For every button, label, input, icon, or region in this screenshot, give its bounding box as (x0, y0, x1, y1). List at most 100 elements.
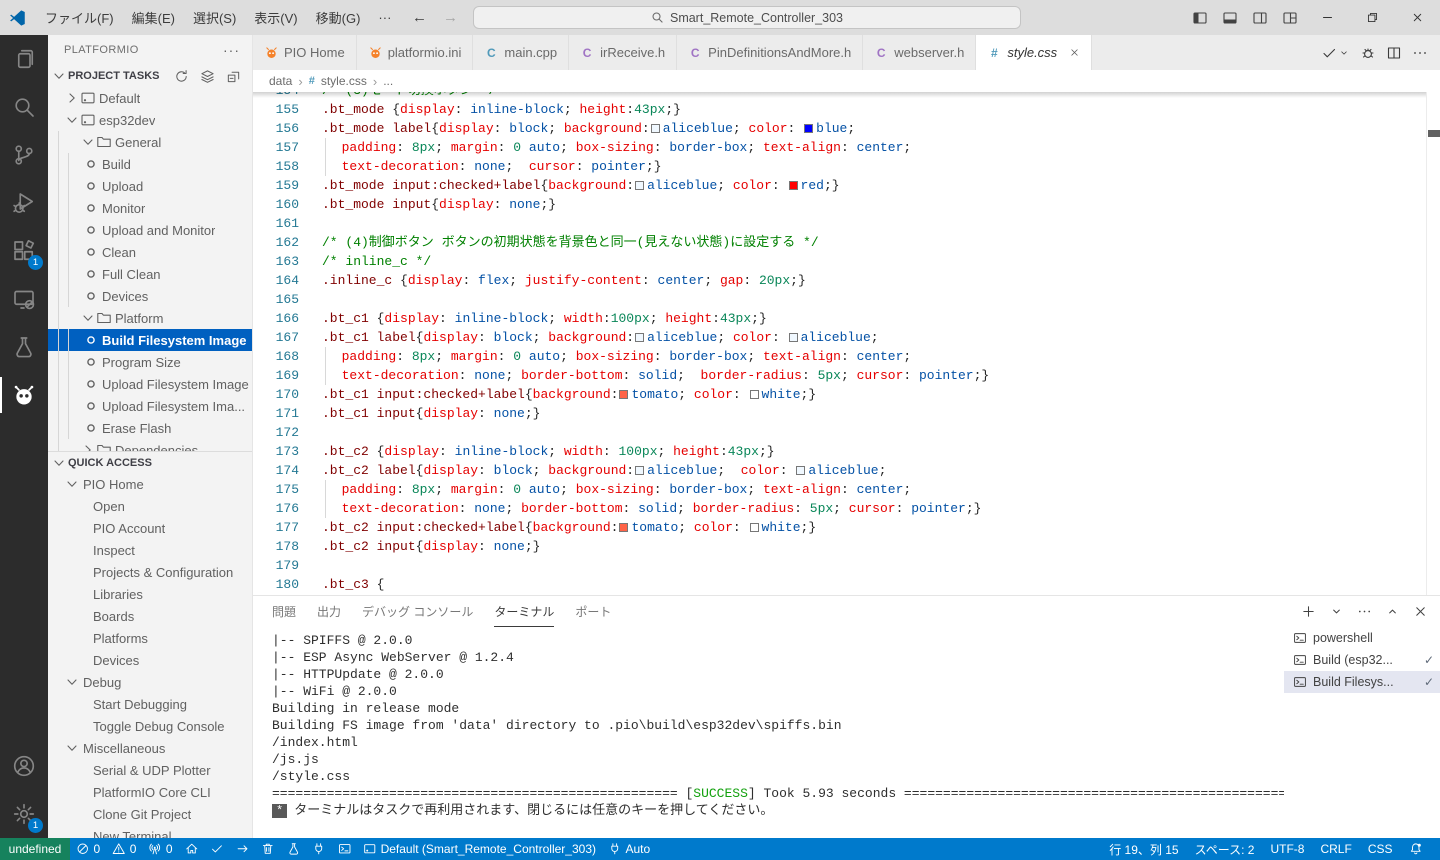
tree-item-open[interactable]: Open (48, 495, 252, 517)
activity-run-debug[interactable] (0, 179, 48, 227)
tree-item-libraries[interactable]: Libraries (48, 583, 252, 605)
close-button[interactable] (1395, 0, 1440, 35)
tree-item-pio-home[interactable]: PIO Home (48, 473, 252, 495)
tree-item-upload[interactable]: Upload (48, 175, 252, 197)
breadcrumb-file[interactable]: style.css (321, 74, 367, 88)
layout-right-icon[interactable] (1245, 0, 1275, 35)
back-arrow-icon[interactable]: ← (412, 9, 427, 26)
tree-item-pio-account[interactable]: PIO Account (48, 517, 252, 539)
tree-item-boards[interactable]: Boards (48, 605, 252, 627)
tree-item-start-debugging[interactable]: Start Debugging (48, 693, 252, 715)
activity-settings[interactable]: 1 (0, 790, 48, 838)
tree-item-clone-git-project[interactable]: Clone Git Project (48, 803, 252, 825)
tasks-run-button[interactable] (1321, 45, 1350, 61)
tree-item-build[interactable]: Build (48, 153, 252, 175)
layout-custom-icon[interactable] (1275, 0, 1305, 35)
tree-item-program-size[interactable]: Program Size (48, 351, 252, 373)
debug-icon[interactable] (1360, 45, 1376, 61)
tree-item-default[interactable]: Default (48, 87, 252, 109)
terminal-instance-powershell[interactable]: powershell (1284, 627, 1440, 649)
status-19-15[interactable]: 行 19、列 15 (1101, 838, 1186, 860)
tree-item-upload-filesystem-ima[interactable]: Upload Filesystem Ima... (48, 395, 252, 417)
status-css[interactable]: CSS (1360, 838, 1401, 860)
panel-tab-[interactable]: 問題 (272, 597, 296, 627)
status-home[interactable] (179, 838, 205, 860)
terminal-instance-build-esp32[interactable]: Build (esp32...✓ (1284, 649, 1440, 671)
status-trash[interactable] (255, 838, 281, 860)
status-project[interactable]: Default (Smart_Remote_Controller_303) (357, 838, 602, 860)
tab-main-cpp[interactable]: Cmain.cpp (473, 35, 569, 70)
activity-search[interactable] (0, 83, 48, 131)
menu-s[interactable]: 選択(S) (184, 0, 245, 35)
remote-indicator[interactable]: undefined (0, 838, 70, 860)
tree-item-platforms[interactable]: Platforms (48, 627, 252, 649)
tree-item-platformio-core-cli[interactable]: PlatformIO Core CLI (48, 781, 252, 803)
maximize-panel-icon[interactable] (1385, 604, 1400, 619)
tree-item-projects-configuration[interactable]: Projects & Configuration (48, 561, 252, 583)
tab-irreceive-h[interactable]: CirReceive.h (569, 35, 677, 70)
tree-item-upload-and-monitor[interactable]: Upload and Monitor (48, 219, 252, 241)
more-actions-icon[interactable] (1357, 604, 1372, 619)
panel-tab-[interactable]: ターミナル (494, 597, 554, 627)
status-plug[interactable]: Auto (602, 838, 656, 860)
chevron-down-icon[interactable] (1329, 604, 1344, 619)
status-broadcast[interactable]: 0 (142, 838, 178, 860)
status-utf-8[interactable]: UTF-8 (1262, 838, 1312, 860)
forward-arrow-icon[interactable]: → (443, 9, 458, 26)
breadcrumb[interactable]: data › # style.css › ... (253, 70, 1440, 92)
status-warning[interactable]: 0 (106, 838, 142, 860)
status-plug[interactable] (306, 838, 332, 860)
tree-item-build-filesystem-image[interactable]: Build Filesystem Image (48, 329, 252, 351)
tree-item-esp32dev[interactable]: esp32dev (48, 109, 252, 131)
collapse-icon[interactable] (225, 68, 241, 84)
tree-item-upload-filesystem-image[interactable]: Upload Filesystem Image (48, 373, 252, 395)
tree-item-clean[interactable]: Clean (48, 241, 252, 263)
activity-accounts[interactable] (0, 742, 48, 790)
tree-item-erase-flash[interactable]: Erase Flash (48, 417, 252, 439)
tree-item-debug[interactable]: Debug (48, 671, 252, 693)
menu-[interactable]: ··· (369, 0, 400, 35)
tree-item-monitor[interactable]: Monitor (48, 197, 252, 219)
activity-explorer[interactable] (0, 35, 48, 83)
split-editor-icon[interactable] (1386, 45, 1402, 61)
terminal-instance-build-filesys[interactable]: Build Filesys...✓ (1284, 671, 1440, 693)
editor-scrollbar[interactable] (1426, 92, 1440, 595)
status-beaker[interactable] (281, 838, 307, 860)
menu-f[interactable]: ファイル(F) (36, 0, 123, 35)
tree-item-serial-udp-plotter[interactable]: Serial & UDP Plotter (48, 759, 252, 781)
activity-source-control[interactable] (0, 131, 48, 179)
panel-tab-[interactable]: デバッグ コンソール (362, 597, 473, 627)
tab-platformio-ini[interactable]: platformio.ini (357, 35, 474, 70)
tree-item-full-clean[interactable]: Full Clean (48, 263, 252, 285)
status-arrow-right[interactable] (230, 838, 256, 860)
menu-v[interactable]: 表示(V) (245, 0, 306, 35)
sidebar-more-icon[interactable]: ··· (223, 42, 240, 58)
minimize-button[interactable] (1305, 0, 1350, 35)
close-icon[interactable] (1069, 47, 1080, 58)
tab-webserver-h[interactable]: Cwebserver.h (863, 35, 976, 70)
more-actions-icon[interactable] (1412, 45, 1428, 61)
status-error[interactable]: 0 (70, 838, 106, 860)
status-check[interactable] (204, 838, 230, 860)
panel-tab-[interactable]: ポート (575, 597, 611, 627)
menu-e[interactable]: 編集(E) (123, 0, 184, 35)
menu-g[interactable]: 移動(G) (307, 0, 370, 35)
status-bell[interactable] (1401, 838, 1431, 860)
activity-extensions[interactable]: 1 (0, 227, 48, 275)
restore-button[interactable] (1350, 0, 1395, 35)
tab-pio-home[interactable]: PIO Home (253, 35, 357, 70)
tree-item-dependencies[interactable]: Dependencies (48, 439, 252, 451)
tree-item-devices[interactable]: Devices (48, 649, 252, 671)
tab-style-css[interactable]: #style.css (976, 35, 1092, 70)
tree-item-inspect[interactable]: Inspect (48, 539, 252, 561)
status-terminal[interactable] (332, 838, 358, 860)
close-panel-icon[interactable] (1413, 604, 1428, 619)
layout-left-icon[interactable] (1185, 0, 1215, 35)
refresh-icon[interactable] (173, 68, 189, 84)
quick-access-header[interactable]: QUICK ACCESS (48, 451, 252, 473)
new-terminal-icon[interactable] (1301, 604, 1316, 619)
code-editor[interactable]: 154/* (3)モード切換ボタン */155.bt_mode {display… (253, 92, 1440, 595)
tree-item-toggle-debug-console[interactable]: Toggle Debug Console (48, 715, 252, 737)
activity-remote-explorer[interactable] (0, 275, 48, 323)
status-crlf[interactable]: CRLF (1312, 838, 1359, 860)
